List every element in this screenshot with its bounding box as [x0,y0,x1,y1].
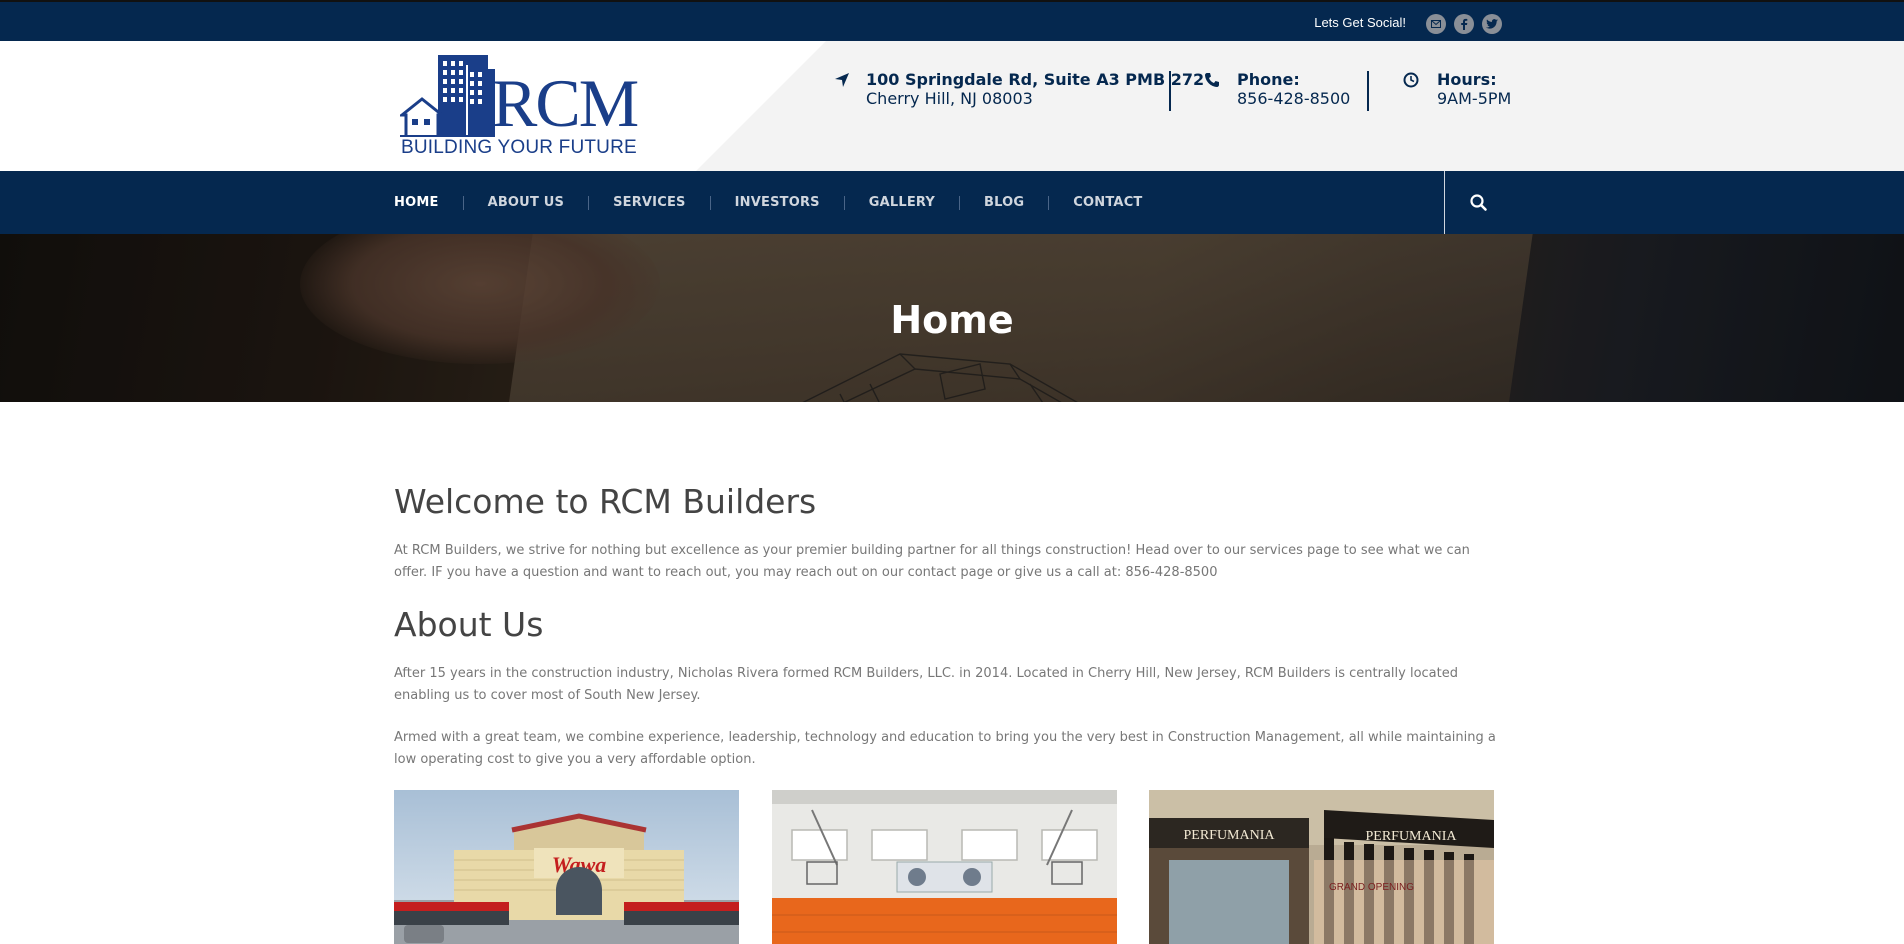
nav-item-contact[interactable]: CONTACT [1049,195,1166,210]
phone-label: Phone: [1237,70,1300,89]
nav-item-blog[interactable]: BLOG [960,195,1048,210]
site-logo[interactable]: RCM BUILDING YOUR FUTURE [400,55,643,158]
twitter-icon[interactable] [1482,14,1502,34]
browser-viewport: Lets Get Social! RCM BUILDING YOUR FUTUR… [0,0,1904,944]
gallery-image-perfumania[interactable]: PERFUMANIA PERFUMANIA GRAND OPENING [1149,790,1494,944]
hours-block: Hours: 9AM-5PM [1437,70,1511,108]
welcome-text: At RCM Builders, we strive for nothing b… [394,543,1470,580]
clock-icon [1403,72,1419,88]
building-logo-icon [400,55,495,137]
nav-item-services[interactable]: SERVICES [589,195,710,210]
nav-items: HOME ABOUT US SERVICES INVESTORS GALLERY… [394,171,1167,234]
nav-item-investors[interactable]: INVESTORS [711,195,844,210]
about-heading: About Us [394,605,544,644]
social-label: Lets Get Social! [1314,15,1406,30]
search-icon [1470,194,1487,211]
about-paragraph-2: Armed with a great team, we combine expe… [394,730,1496,767]
email-icon[interactable] [1426,14,1446,34]
hero-banner: Home [0,234,1904,402]
nav-item-gallery[interactable]: GALLERY [845,195,959,210]
phone-block: Phone: 856-428-8500 [1237,70,1350,108]
project-gallery: Wawa PERFUMANIA PERFUMANIA GRAND OPENING [394,790,1506,944]
header-divider [1367,71,1369,111]
nav-item-home[interactable]: HOME [394,195,463,210]
address-block: 100 Springdale Rd, Suite A3 PMB 272 Cher… [866,70,1204,108]
address-line2: Cherry Hill, NJ 08003 [866,89,1033,108]
hours-value: 9AM-5PM [1437,89,1512,108]
about-paragraph-1: After 15 years in the construction indus… [394,666,1458,703]
nav-search-divider [1444,171,1445,234]
perfumania-sign-right: PERFUMANIA [1365,829,1457,844]
hours-label: Hours: [1437,70,1497,89]
gallery-image-gym[interactable] [772,790,1117,944]
phone-number[interactable]: 856-428-8500 [1237,89,1350,108]
header-divider [1169,71,1171,111]
grand-opening-sign: GRAND OPENING [1329,882,1414,893]
nav-item-about-us[interactable]: ABOUT US [464,195,589,210]
address-line1: 100 Springdale Rd, Suite A3 PMB 272 [866,70,1205,89]
welcome-heading: Welcome to RCM Builders [394,482,817,521]
logo-wordmark: RCM [492,65,639,141]
site-header: RCM BUILDING YOUR FUTURE 100 Springdale … [0,41,1904,171]
perfumania-sign-left: PERFUMANIA [1183,828,1275,843]
facebook-icon[interactable] [1454,14,1474,34]
top-bar: Lets Get Social! [0,0,1904,41]
location-arrow-icon [835,73,849,87]
phone-icon [1205,73,1219,87]
gallery-image-wawa[interactable]: Wawa [394,790,739,944]
main-nav: HOME ABOUT US SERVICES INVESTORS GALLERY… [0,171,1904,234]
page: Lets Get Social! RCM BUILDING YOUR FUTUR… [0,0,1904,944]
logo-tagline: BUILDING YOUR FUTURE [401,137,637,158]
search-button[interactable] [1467,191,1491,215]
social-icons [1426,14,1502,34]
page-title: Home [890,298,1014,342]
